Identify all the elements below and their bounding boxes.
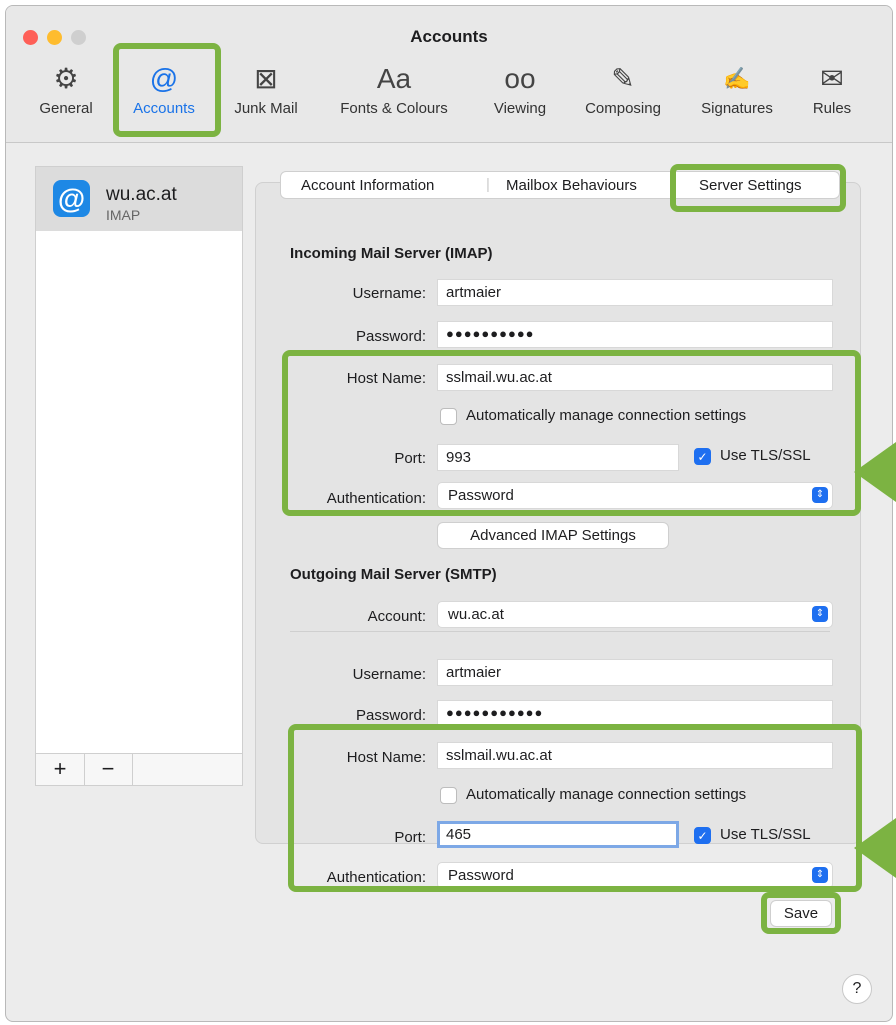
- outgoing-username-field[interactable]: artmaier: [437, 659, 833, 686]
- junk-icon: ⊠: [254, 63, 278, 94]
- outgoing-password-label: Password:: [355, 707, 426, 724]
- incoming-auto-manage-checkbox[interactable]: [440, 408, 457, 425]
- account-item[interactable]: @ wu.ac.at IMAP: [36, 167, 242, 231]
- toolbar: Accounts ⚙ General @ Accounts ⊠ Junk Mai…: [6, 6, 892, 143]
- outgoing-auto-manage-checkbox[interactable]: [440, 787, 457, 804]
- help-button[interactable]: ?: [842, 974, 872, 1004]
- compose-icon: ✎: [611, 63, 635, 94]
- toolbar-label: Junk Mail: [234, 100, 298, 117]
- window-title: Accounts: [410, 27, 488, 46]
- outgoing-auth-select[interactable]: Password ⇕: [437, 862, 833, 889]
- incoming-tls-label: Use TLS/SSL: [720, 447, 811, 464]
- incoming-auto-manage-label: Automatically manage connection settings: [466, 407, 747, 424]
- tab-bar: Account Information | Mailbox Behaviours…: [280, 171, 840, 199]
- outgoing-arrow-icon: [854, 818, 896, 878]
- tab-account-information[interactable]: Account Information: [301, 177, 434, 194]
- toolbar-composing[interactable]: ✎ Composing: [573, 58, 673, 117]
- outgoing-auto-manage-label: Automatically manage connection settings: [466, 786, 747, 803]
- incoming-username-label: Username:: [352, 285, 426, 302]
- incoming-port-label: Port:: [394, 450, 426, 467]
- chevron-updown-icon: ⇕: [812, 606, 828, 622]
- advanced-imap-settings-button[interactable]: Advanced IMAP Settings: [437, 522, 669, 549]
- incoming-header: Incoming Mail Server (IMAP): [290, 245, 493, 262]
- outgoing-host-field[interactable]: sslmail.wu.ac.at: [437, 742, 833, 769]
- tab-mailbox-behaviours[interactable]: Mailbox Behaviours: [506, 177, 637, 194]
- outgoing-auth-value: Password: [448, 867, 514, 884]
- toolbar-rules[interactable]: ✉ Rules: [802, 58, 862, 117]
- incoming-arrow-icon: [854, 442, 896, 502]
- toolbar-general[interactable]: ⚙ General: [34, 58, 98, 117]
- accounts-sidebar: @ wu.ac.at IMAP + −: [35, 166, 243, 786]
- outgoing-auth-label: Authentication:: [326, 869, 426, 886]
- toolbar-viewing[interactable]: oo Viewing: [484, 58, 556, 117]
- incoming-tls-checkbox[interactable]: ✓: [694, 448, 711, 465]
- toolbar-label: Fonts & Colours: [340, 100, 448, 117]
- outgoing-header: Outgoing Mail Server (SMTP): [290, 566, 497, 583]
- incoming-password-label: Password:: [355, 328, 426, 345]
- at-icon: @: [149, 63, 179, 94]
- toolbar-fonts-colours[interactable]: Aa Fonts & Colours: [324, 58, 464, 117]
- save-button[interactable]: Save: [770, 900, 832, 927]
- toolbar-label: Composing: [585, 100, 661, 117]
- incoming-host-field[interactable]: sslmail.wu.ac.at: [437, 364, 833, 391]
- signature-icon: ✍: [723, 66, 751, 91]
- gear-icon: ⚙: [53, 63, 79, 94]
- section-divider: [290, 631, 830, 632]
- incoming-port-field[interactable]: 993: [437, 444, 679, 471]
- outgoing-port-field[interactable]: 465: [437, 821, 679, 848]
- rules-icon: ✉: [820, 63, 844, 94]
- toolbar-label: Viewing: [493, 100, 547, 117]
- outgoing-tls-checkbox[interactable]: ✓: [694, 827, 711, 844]
- account-type: IMAP: [106, 207, 141, 223]
- account-name: wu.ac.at: [106, 184, 177, 205]
- incoming-auth-label: Authentication:: [326, 490, 426, 507]
- outgoing-account-select[interactable]: wu.ac.at ⇕: [437, 601, 833, 628]
- sidebar-footer: + −: [36, 753, 242, 785]
- font-icon: Aa: [376, 63, 412, 94]
- add-account-button[interactable]: +: [36, 754, 85, 785]
- outgoing-password-field[interactable]: ●●●●●●●●●●●: [437, 700, 833, 727]
- outgoing-account-label: Account:: [367, 608, 426, 625]
- at-icon: @: [53, 180, 90, 217]
- toolbar-label: Rules: [812, 100, 852, 117]
- outgoing-port-label: Port:: [394, 829, 426, 846]
- glasses-icon: oo: [504, 63, 536, 94]
- outgoing-tls-label: Use TLS/SSL: [720, 826, 811, 843]
- incoming-password-field[interactable]: ●●●●●●●●●●: [437, 321, 833, 348]
- toolbar-accounts[interactable]: @ Accounts: [118, 58, 210, 117]
- chevron-updown-icon: ⇕: [812, 867, 828, 883]
- outgoing-account-value: wu.ac.at: [448, 606, 504, 623]
- toolbar-label: Signatures: [701, 100, 773, 117]
- toolbar-label: General: [39, 100, 93, 117]
- toolbar-label: Accounts: [133, 100, 195, 117]
- incoming-username-field[interactable]: artmaier: [437, 279, 833, 306]
- toolbar-signatures[interactable]: ✍ Signatures: [688, 58, 786, 117]
- chevron-updown-icon: ⇕: [812, 487, 828, 503]
- tab-divider: |: [486, 176, 490, 193]
- outgoing-username-label: Username:: [352, 666, 426, 683]
- incoming-host-label: Host Name:: [346, 370, 426, 387]
- toolbar-junk-mail[interactable]: ⊠ Junk Mail: [226, 58, 306, 117]
- incoming-auth-select[interactable]: Password ⇕: [437, 482, 833, 509]
- outgoing-host-label: Host Name:: [346, 749, 426, 766]
- remove-account-button[interactable]: −: [84, 754, 133, 785]
- incoming-auth-value: Password: [448, 487, 514, 504]
- tab-server-settings[interactable]: Server Settings: [699, 177, 802, 194]
